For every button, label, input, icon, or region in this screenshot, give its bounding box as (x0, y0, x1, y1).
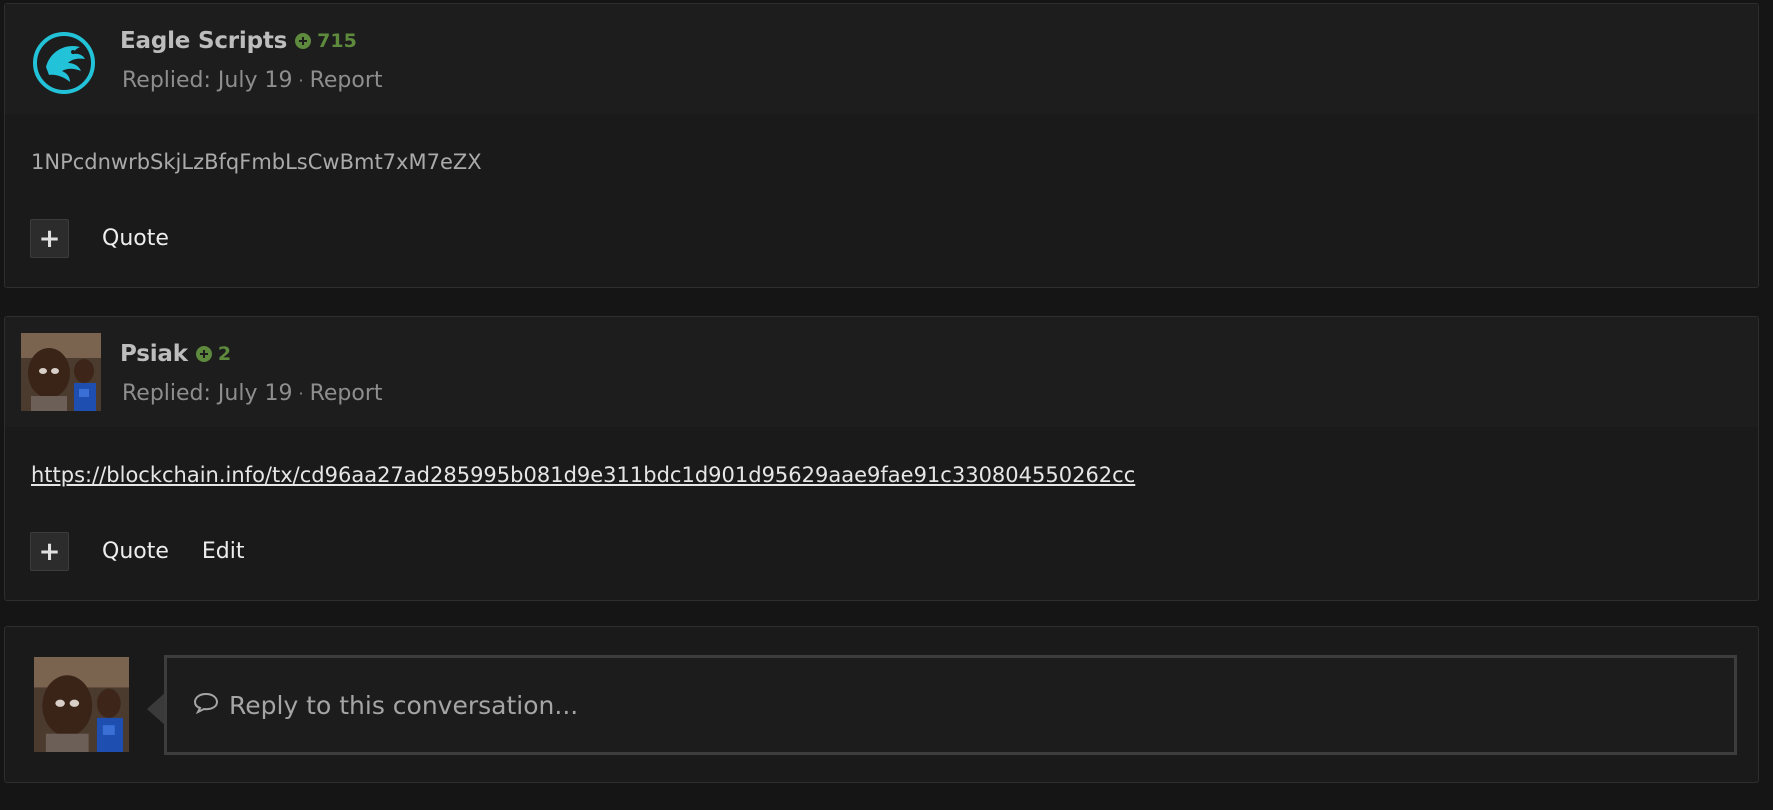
reputation-badge: 715 (295, 30, 357, 52)
eagle-logo-icon (33, 32, 95, 94)
report-link[interactable]: Report (310, 68, 383, 93)
current-user-avatar (34, 657, 129, 752)
quote-link[interactable]: Quote (102, 539, 169, 564)
quote-link[interactable]: Quote (102, 226, 169, 251)
replied-date: Replied: July 19 (122, 381, 293, 406)
eagle-logo-avatar[interactable] (32, 31, 96, 95)
reply-section: Reply to this conversation... (4, 626, 1759, 783)
replied-date: Replied: July 19 (122, 68, 293, 93)
post-actions: + Quote Edit (30, 532, 278, 571)
reply-placeholder: Reply to this conversation... (229, 690, 579, 720)
post-body: 1NPcdnwrbSkjLzBfqFmbLsCwBmt7xM7eZX (31, 150, 482, 174)
edit-link[interactable]: Edit (202, 539, 245, 564)
meta-separator: · (298, 71, 304, 90)
post-actions: + Quote (30, 219, 202, 258)
author-name[interactable]: Eagle Scripts (120, 28, 287, 54)
speech-bubble-icon (193, 691, 219, 720)
post-body: https://blockchain.info/tx/cd96aa27ad285… (31, 463, 1135, 487)
reputation-badge: 2 (195, 343, 232, 365)
post-meta: Replied: July 19 · Report (122, 68, 383, 93)
author-name[interactable]: Psiak (120, 341, 188, 367)
user-photo-avatar[interactable] (21, 333, 101, 411)
reputation-count: 715 (317, 30, 357, 52)
reply-input[interactable]: Reply to this conversation... (164, 655, 1737, 755)
plus-circle-icon (295, 33, 312, 49)
user-photo-icon (34, 657, 129, 752)
reputation-count: 2 (217, 343, 232, 365)
post-eagle-scripts: Eagle Scripts 715 Replied: July 19 · Rep… (4, 3, 1759, 288)
transaction-link[interactable]: https://blockchain.info/tx/cd96aa27ad285… (31, 463, 1135, 487)
meta-separator: · (298, 384, 304, 403)
report-link[interactable]: Report (310, 381, 383, 406)
post-meta: Replied: July 19 · Report (122, 381, 383, 406)
plus-button[interactable]: + (30, 219, 69, 258)
plus-button[interactable]: + (30, 532, 69, 571)
post-header: Psiak 2 Replied: July 19 · Report (5, 317, 1758, 427)
post-header: Eagle Scripts 715 Replied: July 19 · Rep… (5, 4, 1758, 114)
plus-circle-icon (195, 346, 212, 362)
post-psiak: Psiak 2 Replied: July 19 · Report https:… (4, 316, 1759, 601)
user-photo-icon (21, 333, 101, 411)
